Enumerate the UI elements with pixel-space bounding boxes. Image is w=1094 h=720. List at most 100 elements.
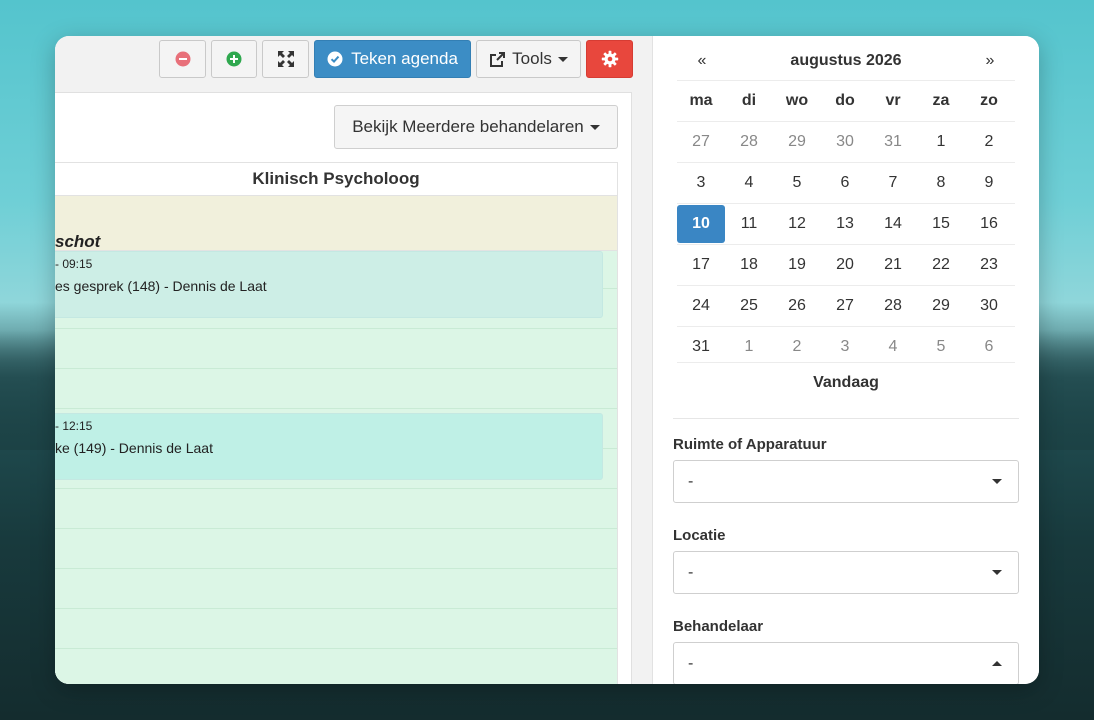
minus-circle-icon	[175, 51, 191, 67]
datepicker-day[interactable]: 15	[917, 204, 965, 244]
month-label[interactable]: augustus 2026	[790, 52, 901, 70]
all-day-row[interactable]: schot	[55, 196, 617, 251]
datepicker-day[interactable]: 2	[965, 122, 1013, 162]
weekday-label: wo	[785, 92, 809, 109]
sidebar: « augustus 2026 » ma di wo do vr za zo 2…	[653, 36, 1039, 684]
teken-agenda-button[interactable]: Teken agenda	[314, 40, 471, 78]
datepicker-day[interactable]: 29	[917, 286, 965, 326]
view-multiple-practitioners-button[interactable]: Bekijk Meerdere behandelaren	[334, 105, 618, 149]
weekday-header: ma di wo do vr za zo	[677, 80, 1015, 121]
datepicker-day[interactable]: 23	[965, 245, 1013, 285]
datepicker-day[interactable]: 31	[869, 122, 917, 162]
datepicker-day[interactable]: 5	[917, 327, 965, 367]
datepicker-day[interactable]: 30	[821, 122, 869, 162]
prev-month-button[interactable]: «	[677, 52, 727, 70]
agenda-day-grid: Klinisch Psycholoog schot - 09:15 es ges…	[55, 162, 618, 684]
fullscreen-button[interactable]	[262, 40, 309, 78]
appointment-event[interactable]: - 12:15 ke (149) - Dennis de Laat	[55, 413, 603, 480]
datepicker-day[interactable]: 6	[965, 327, 1013, 367]
weekday-label: ma	[689, 92, 713, 109]
datepicker-day[interactable]: 9	[965, 163, 1013, 203]
datepicker-day[interactable]: 3	[677, 163, 725, 203]
weekday-label: vr	[885, 92, 901, 109]
app-window: Teken agenda Tools Bekijk Meerdere behan…	[55, 36, 1039, 684]
next-month-button[interactable]: »	[965, 52, 1015, 70]
datepicker-day[interactable]: 30	[965, 286, 1013, 326]
behandelaar-value: -	[688, 654, 694, 672]
weekday-label: do	[835, 92, 855, 109]
gear-icon	[601, 50, 619, 68]
datepicker-day[interactable]: 28	[725, 122, 773, 162]
datepicker-day[interactable]: 5	[773, 163, 821, 203]
locatie-label: Locatie	[673, 527, 726, 544]
zoom-in-button[interactable]	[211, 40, 257, 78]
datepicker-day[interactable]: 26	[773, 286, 821, 326]
datepicker-day[interactable]: 28	[869, 286, 917, 326]
datepicker-day[interactable]: 29	[773, 122, 821, 162]
appointment-event[interactable]: - 09:15 es gesprek (148) - Dennis de Laa…	[55, 251, 603, 318]
ruimte-select[interactable]: -	[673, 460, 1019, 503]
behandelaar-select[interactable]: -	[673, 642, 1019, 684]
datepicker-week: 24 25 26 27 28 29 30	[677, 285, 1015, 326]
datepicker-day[interactable]: 24	[677, 286, 725, 326]
view-multiple-label: Bekijk Meerdere behandelaren	[352, 117, 584, 136]
datepicker-day[interactable]: 1	[725, 327, 773, 367]
datepicker-week: 10 11 12 13 14 15 16	[677, 203, 1015, 244]
expand-arrows-icon	[277, 50, 295, 68]
datepicker-day[interactable]: 18	[725, 245, 773, 285]
datepicker-day[interactable]: 14	[869, 204, 917, 244]
caret-down-icon	[557, 56, 568, 62]
datepicker-week: 31 1 2 3 4 5 6	[677, 326, 1015, 367]
datepicker-day[interactable]: 11	[725, 204, 773, 244]
event-time: - 09:15	[55, 257, 93, 271]
datepicker-day[interactable]: 22	[917, 245, 965, 285]
teken-agenda-label: Teken agenda	[351, 49, 458, 68]
today-button[interactable]: Vandaag	[677, 362, 1015, 403]
tools-dropdown-button[interactable]: Tools	[476, 40, 581, 78]
settings-button[interactable]	[586, 40, 633, 78]
datepicker-day-selected[interactable]: 10	[677, 205, 725, 243]
locatie-value: -	[688, 563, 694, 581]
datepicker-header: « augustus 2026 »	[677, 44, 1015, 78]
ruimte-label: Ruimte of Apparatuur	[673, 436, 827, 453]
datepicker-day[interactable]: 13	[821, 204, 869, 244]
datepicker-day[interactable]: 21	[869, 245, 917, 285]
weekday-label: di	[741, 92, 757, 109]
datepicker-day[interactable]: 3	[821, 327, 869, 367]
datepicker-day[interactable]: 1	[917, 122, 965, 162]
zoom-out-button[interactable]	[159, 40, 206, 78]
datepicker-day[interactable]: 31	[677, 327, 725, 367]
datepicker-day[interactable]: 27	[821, 286, 869, 326]
datepicker-day[interactable]: 12	[773, 204, 821, 244]
datepicker-day[interactable]: 17	[677, 245, 725, 285]
datepicker-day[interactable]: 25	[725, 286, 773, 326]
datepicker-week: 27 28 29 30 31 1 2	[677, 121, 1015, 162]
datepicker-day[interactable]: 20	[821, 245, 869, 285]
locatie-select[interactable]: -	[673, 551, 1019, 594]
datepicker-weeks: 27 28 29 30 31 1 2 3 4 5 6 7 8 9 10 11 12 13 14 15 16 17 18 19 2…	[677, 121, 1015, 367]
agenda-pane: Teken agenda Tools Bekijk Meerdere behan…	[55, 36, 653, 684]
datepicker-day[interactable]: 6	[821, 163, 869, 203]
datepicker-day[interactable]: 2	[773, 327, 821, 367]
datepicker-day[interactable]: 27	[677, 122, 725, 162]
datepicker-day[interactable]: 16	[965, 204, 1013, 244]
caret-down-icon	[992, 479, 1002, 484]
datepicker-day[interactable]: 4	[869, 327, 917, 367]
divider	[673, 418, 1019, 419]
event-title: ke (149) - Dennis de Laat	[55, 440, 213, 456]
caret-down-icon	[589, 124, 600, 130]
column-header: Klinisch Psycholoog	[55, 163, 617, 196]
datepicker-day[interactable]: 19	[773, 245, 821, 285]
event-time: - 12:15	[55, 419, 93, 433]
weekday-label: zo	[980, 92, 998, 109]
caret-down-icon	[992, 570, 1002, 575]
datepicker-day[interactable]: 8	[917, 163, 965, 203]
toolbar: Teken agenda Tools	[55, 36, 652, 92]
external-link-icon	[489, 51, 506, 68]
event-title: es gesprek (148) - Dennis de Laat	[55, 278, 267, 294]
datepicker-grid: ma di wo do vr za zo 27 28 29 30 31 1 2 3 4 5 6 7 8 9…	[677, 80, 1015, 367]
datepicker-week: 3456789	[677, 162, 1015, 203]
caret-up-icon	[992, 661, 1002, 666]
datepicker-day[interactable]: 4	[725, 163, 773, 203]
datepicker-day[interactable]: 7	[869, 163, 917, 203]
